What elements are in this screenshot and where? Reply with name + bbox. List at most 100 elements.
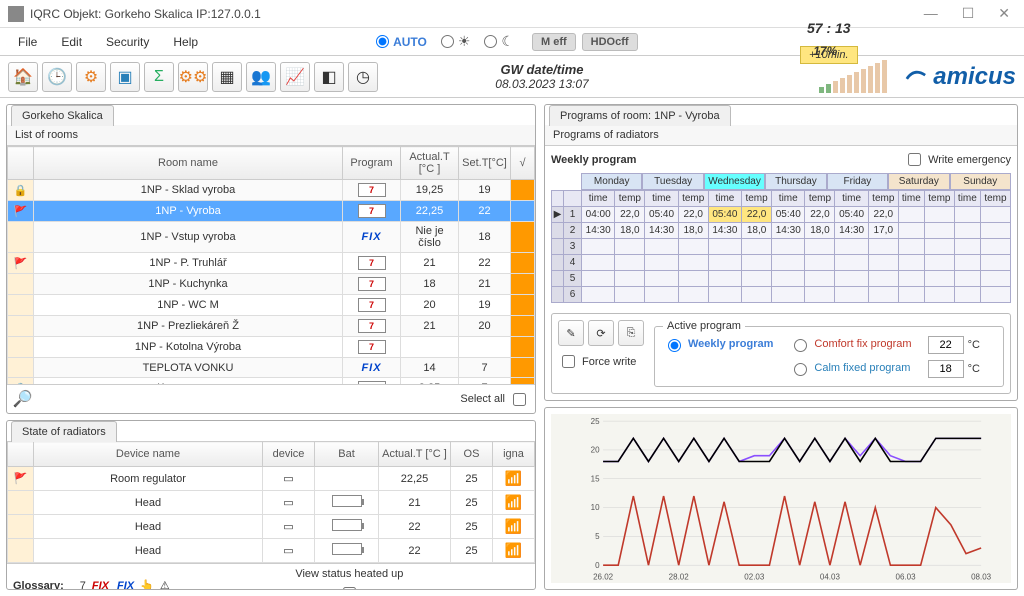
rooms-col-mark[interactable] [8,147,34,180]
svg-text:28.02: 28.02 [669,572,690,581]
day-thu[interactable]: Thursday [765,173,826,190]
day-sat[interactable]: Saturday [888,173,949,190]
copy-icon[interactable]: ⎘ [618,320,644,346]
room-row[interactable]: 1NP - WC M72019 [8,295,535,316]
day-wed[interactable]: Wednesday [704,173,765,190]
day-fri[interactable]: Friday [827,173,888,190]
chart-panel: 051015202526.0228.0202.0304.0306.0308.03 [544,407,1018,590]
signal-strength: 17% [819,60,887,93]
room-row[interactable]: 🚩1NP - P. Truhlář72122 [8,253,535,274]
program-row[interactable]: 5 [552,271,1011,287]
write-emergency-checkbox[interactable] [908,153,921,166]
day-tue[interactable]: Tuesday [642,173,703,190]
room-row[interactable]: 1NP - Prezliekáreň Ž72120 [8,316,535,337]
toolbar-home-icon[interactable]: 🏠 [8,62,38,92]
glossary-7-icon: 7 [80,580,86,591]
mode-moon-radio[interactable] [484,35,497,48]
program-table[interactable]: timetemptimetemptimetemptimetemptimetemp… [551,190,1011,303]
svg-text:0: 0 [595,561,600,570]
program-row[interactable]: 4 [552,255,1011,271]
programs-tab[interactable]: Programs of room: 1NP - Vyroba [549,105,731,126]
rooms-col-name[interactable]: Room name [34,147,343,180]
opt-comfort[interactable]: Comfort fix program [789,336,911,352]
rooms-col-set[interactable]: Set.T[°C] [459,147,511,180]
glossary-warn-icon: ⚠ [160,579,170,590]
toolbar-clock-icon[interactable]: 🕒 [42,62,72,92]
radiator-row[interactable]: 🚩Room regulator▭22,2525📶 [8,467,535,491]
radiator-row[interactable]: Head▭2125📶 [8,491,535,515]
days-header: Monday Tuesday Wednesday Thursday Friday… [581,173,1011,190]
select-all-checkbox[interactable] [513,393,526,406]
day-sun[interactable]: Sunday [950,173,1011,190]
radiator-row[interactable]: Head▭2225📶 [8,539,535,563]
rad-col-actual: Actual.T [°C ] [379,442,451,467]
toolbar-window-icon[interactable]: ◧ [314,62,344,92]
svg-text:15: 15 [591,474,600,483]
menu-help[interactable]: Help [163,31,208,53]
program-row[interactable]: ▶104:0022,005:4022,005:4022,005:4022,005… [552,207,1011,223]
rad-col-name: Device name [34,442,263,467]
menu-security[interactable]: Security [96,31,159,53]
program-row[interactable]: 214:3018,014:3018,014:3018,014:3018,014:… [552,223,1011,239]
rooms-tab[interactable]: Gorkeho Skalica [11,105,114,126]
toolbar-chart-icon[interactable]: 📈 [280,62,310,92]
svg-text:26.02: 26.02 [593,572,614,581]
rad-col-igna: igna [493,442,535,467]
comfort-value[interactable] [928,336,964,354]
toolbar-gear-icon[interactable]: ⚙ [76,62,106,92]
menu-edit[interactable]: Edit [51,31,92,53]
room-row[interactable]: 1NP - Vstup vyrobaFIXNie je číslo18 [8,222,535,253]
radiators-panel: State of radiators Device name device Ba… [6,420,536,590]
toolbar-gauge-icon[interactable]: ◷ [348,62,378,92]
mode-auto-radio[interactable] [376,35,389,48]
menu-file[interactable]: File [8,31,47,53]
tag-hdo[interactable]: HDO cff [582,33,638,51]
radiators-table: Device name device Bat Actual.T [°C ] OS… [7,441,535,563]
mode-auto[interactable]: AUTO [376,35,427,49]
rad-col-device: device [263,442,315,467]
room-row[interactable]: 1NP - Kotolna Výroba7 [8,337,535,358]
rooms-col-program[interactable]: Program [343,147,401,180]
opt-weekly[interactable]: Weekly program [663,336,773,352]
force-write[interactable]: Force write [558,352,644,371]
svg-text:04.03: 04.03 [820,572,841,581]
radiator-row[interactable]: Head▭2225📶 [8,515,535,539]
toolbar-users-icon[interactable]: 👥 [246,62,276,92]
write-emergency[interactable]: Write emergency [904,150,1011,169]
mode-moon[interactable]: ☾ [484,33,514,50]
mode-sun[interactable]: ☀ [441,33,471,50]
force-write-checkbox[interactable] [562,355,575,368]
calm-value[interactable] [928,360,964,378]
programs-sub[interactable]: Programs of radiators [545,125,1017,146]
rooms-col-check[interactable]: √ [511,147,535,180]
mode-sun-radio[interactable] [441,35,454,48]
toolbar-gears-icon[interactable]: ⚙⚙ [178,62,208,92]
rooms-panel: Gorkeho Skalica List of rooms Room name … [6,104,536,414]
room-row[interactable]: 1NP - Kuchynka71821 [8,274,535,295]
toolbar-sum-icon[interactable]: Σ [144,62,174,92]
brand-logo: amicus [905,63,1016,91]
menubar: File Edit Security Help AUTO ☀ ☾ M eff H… [0,28,1024,56]
room-row[interactable]: 🚩1NP - Vyroba722,2522 [8,201,535,222]
program-row[interactable]: 6 [552,287,1011,303]
programs-panel: Programs of room: 1NP - Vyroba Programs … [544,104,1018,401]
search-icon[interactable]: 🔍 [13,389,33,409]
day-mon[interactable]: Monday [581,173,642,190]
svg-text:5: 5 [595,532,600,541]
tag-m[interactable]: M eff [532,33,576,51]
program-row[interactable]: 3 [552,239,1011,255]
room-row[interactable]: TEPLOTA VONKUFIX147 [8,358,535,378]
radiators-tab[interactable]: State of radiators [11,421,117,442]
toolbar-cube-icon[interactable]: ▣ [110,62,140,92]
write-icon[interactable]: ✎ [558,320,584,346]
rooms-col-actual[interactable]: Actual.T [°C ] [401,147,459,180]
status-heated-checkbox[interactable] [343,587,356,590]
room-row[interactable]: 🔒1NP - Sklad vyroba719,2519 [8,180,535,201]
toolbar-device-icon[interactable]: ▦ [212,62,242,92]
svg-text:02.03: 02.03 [744,572,765,581]
opt-calm[interactable]: Calm fixed program [789,360,911,376]
temperature-chart: 051015202526.0228.0202.0304.0306.0308.03 [551,414,1011,583]
status-heated-up[interactable]: View status heated up [170,568,529,590]
select-all[interactable]: Select all [460,390,529,409]
refresh-icon[interactable]: ⟳ [588,320,614,346]
